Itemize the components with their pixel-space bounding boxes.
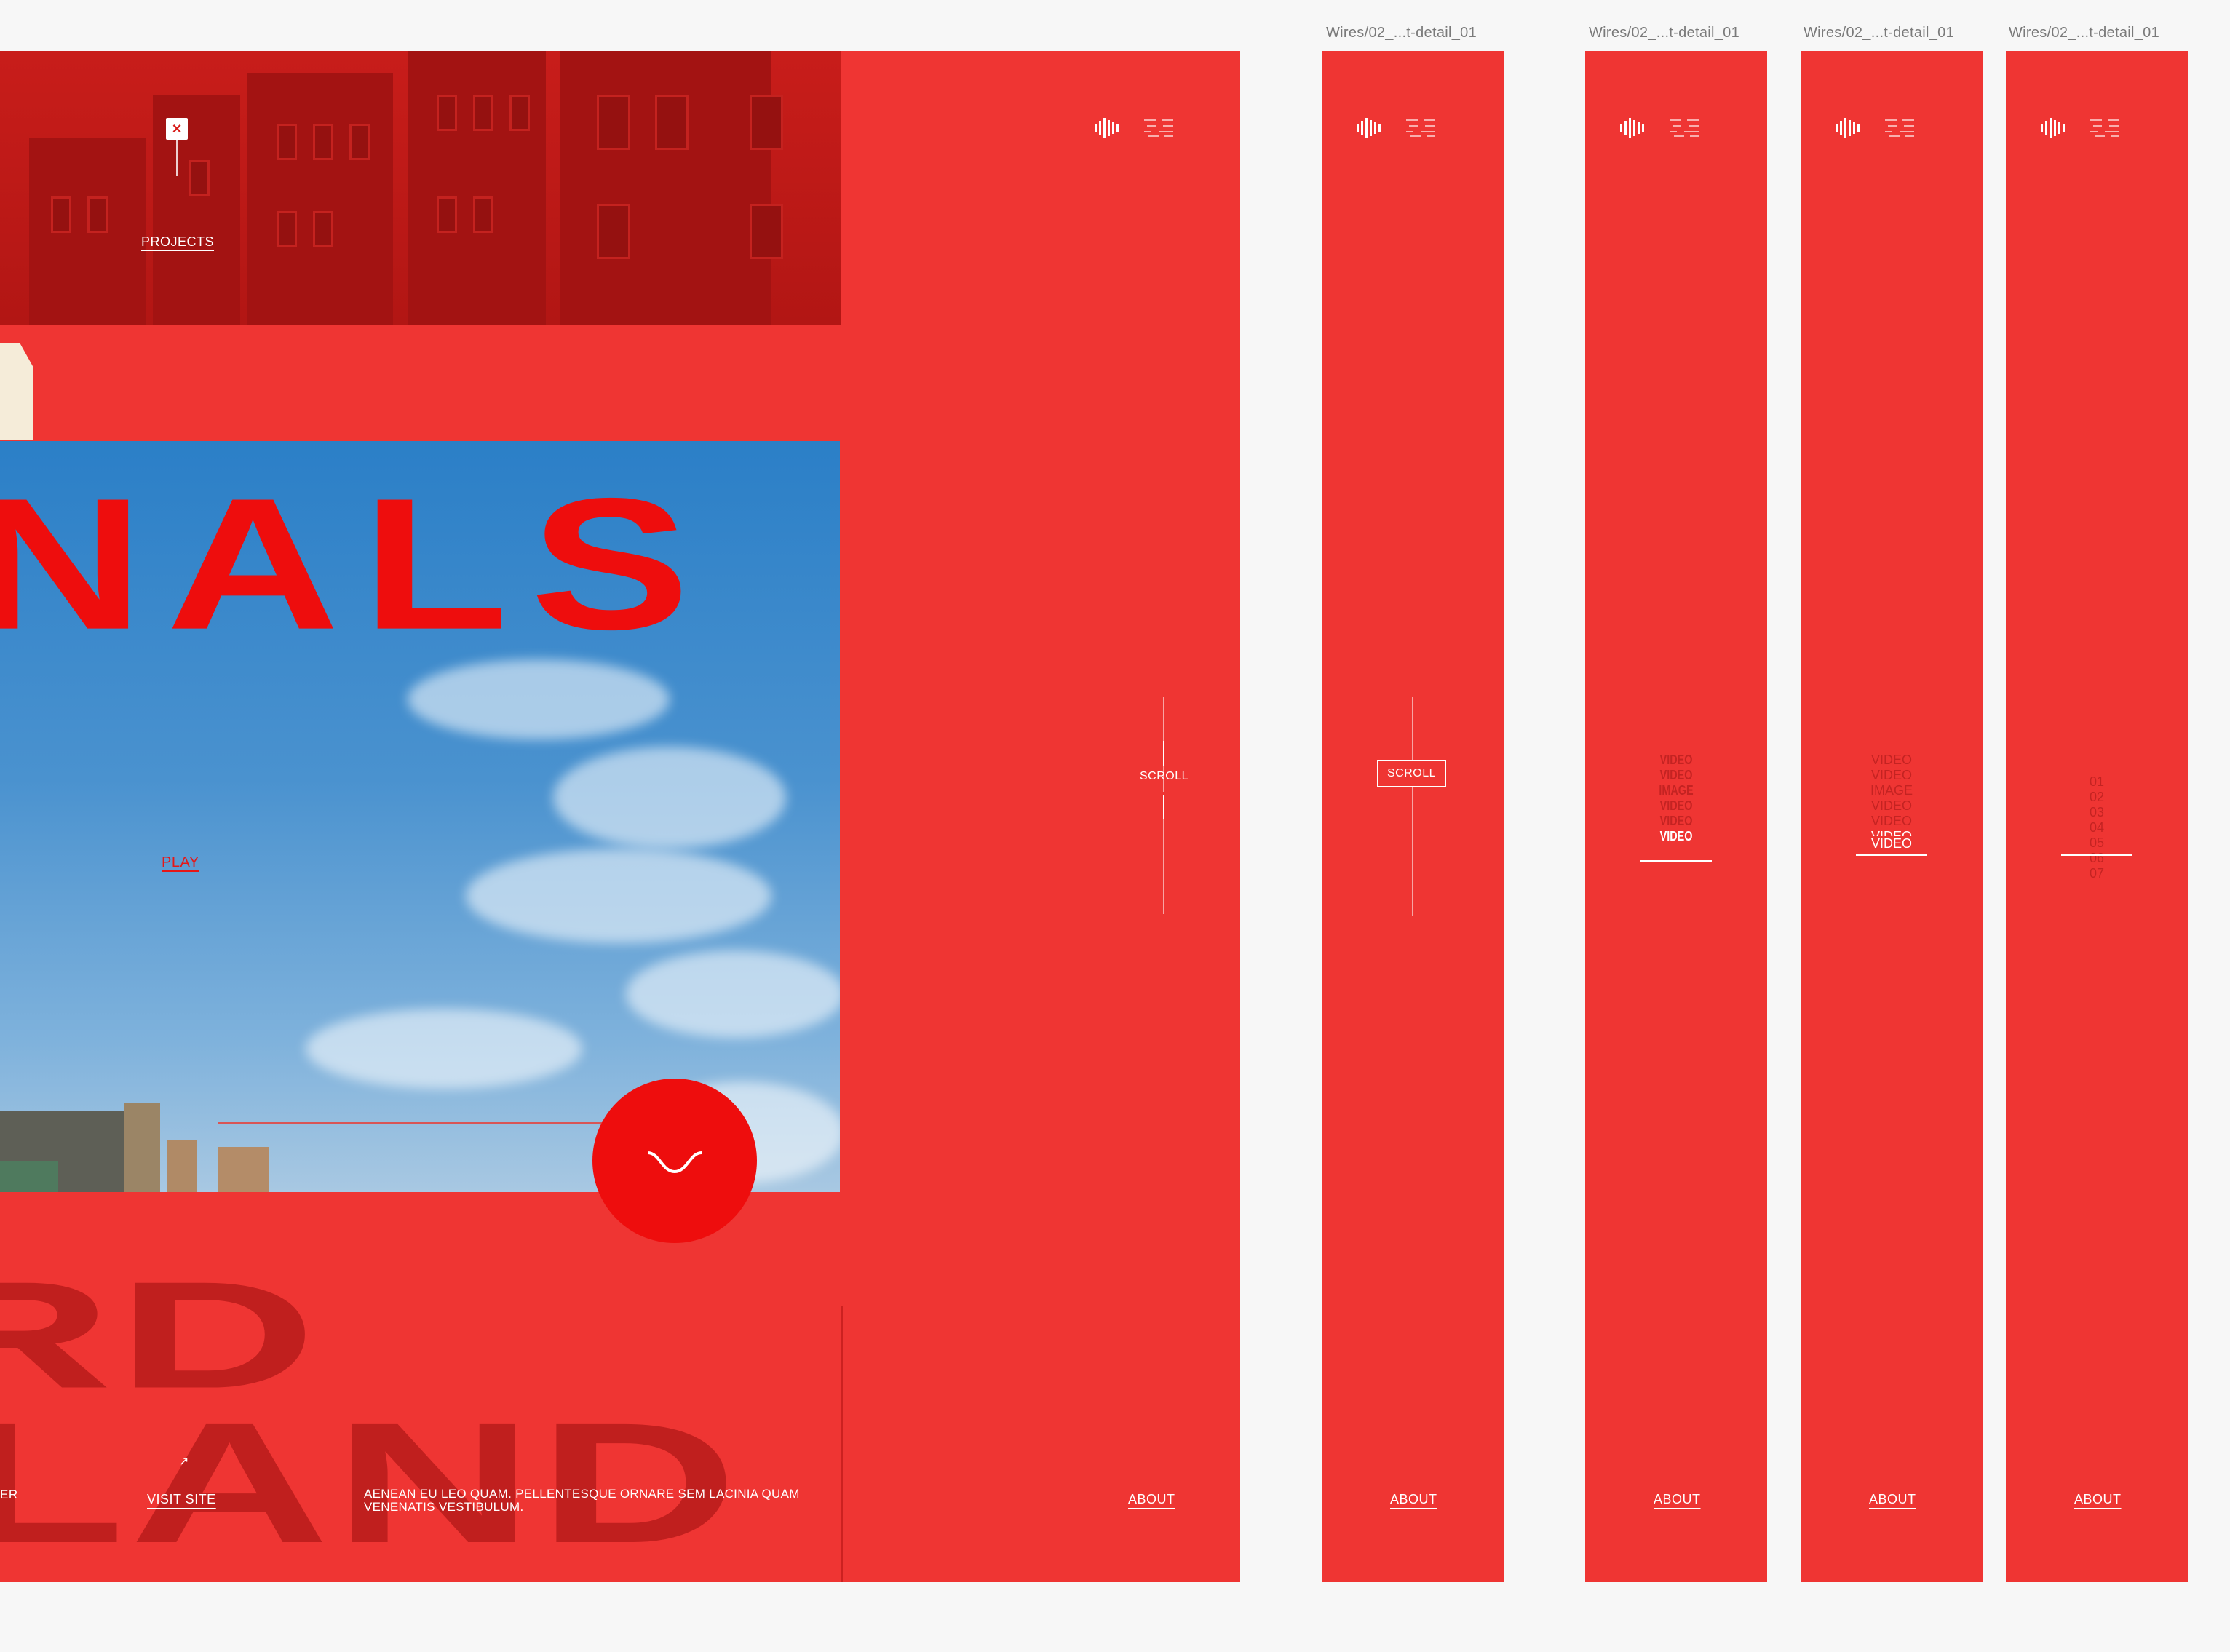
stack-item[interactable]: IMAGE: [1859, 783, 1924, 798]
dotted-grid-icon[interactable]: [1144, 118, 1176, 138]
external-arrow-icon[interactable]: ↗: [179, 1454, 189, 1469]
play-link[interactable]: PLAY: [162, 854, 199, 871]
stack-item-active[interactable]: VIDEO: [1859, 829, 1924, 836]
stack-item[interactable]: VIDEO: [1656, 814, 1697, 829]
media-type-stack: VIDEO VIDEO IMAGE VIDEO VIDEO VIDEO: [1656, 752, 1697, 844]
sound-bars-icon[interactable]: [2041, 118, 2070, 138]
stack-item[interactable]: 01: [2075, 774, 2119, 790]
close-icon[interactable]: ×: [166, 118, 188, 140]
visit-site-link[interactable]: VISIT SITE: [147, 1492, 216, 1507]
stack-item[interactable]: 05: [2075, 835, 2119, 851]
frame-4-artboard: 01 02 03 04 05 06 07 ABOUT: [2006, 51, 2188, 1582]
stack-item[interactable]: VIDEO: [1656, 752, 1697, 768]
about-link[interactable]: ABOUT: [1128, 1492, 1175, 1507]
projects-link[interactable]: PROJECTS: [141, 234, 214, 250]
stack-item-active[interactable]: VIDEO: [1859, 836, 1924, 851]
scroll-tick-bottom: [1163, 795, 1164, 819]
about-link[interactable]: ABOUT: [1654, 1492, 1701, 1507]
stack-item[interactable]: 06: [2075, 851, 2119, 866]
sound-bars-icon[interactable]: [1095, 118, 1124, 138]
about-link[interactable]: ABOUT: [1390, 1492, 1437, 1507]
wave-icon: [647, 1151, 702, 1174]
sound-bars-icon[interactable]: [1836, 118, 1865, 138]
stack-item[interactable]: 03: [2075, 805, 2119, 820]
frame-1-artboard: SCROLL ABOUT: [1322, 51, 1504, 1582]
dotted-grid-icon[interactable]: [1885, 118, 1917, 138]
frame-2-label: Wires/02_...t-detail_01: [1589, 25, 1739, 41]
frame-3-artboard: VIDEO VIDEO IMAGE VIDEO VIDEO VIDEO VIDE…: [1801, 51, 1983, 1582]
hero-title-word: NALS: [0, 458, 713, 669]
project-description: AENEAN EU LEO QUAM. PELLENTESQUE ORNARE …: [364, 1487, 800, 1514]
hero-building-photo: × PROJECTS: [0, 51, 841, 325]
bottom-word-bottom: LAND: [0, 1386, 742, 1579]
stack-item[interactable]: IMAGE: [1656, 783, 1697, 798]
sky-rule-line: [218, 1122, 633, 1124]
frame-3-label: Wires/02_...t-detail_01: [1804, 25, 1954, 41]
close-connector-line: [176, 140, 178, 176]
index-number-stack: 01 02 03 04 05 06 07: [2075, 774, 2119, 881]
scroll-track: [1412, 697, 1413, 916]
scroll-box[interactable]: SCROLL: [1377, 760, 1447, 787]
sound-bars-icon[interactable]: [1620, 118, 1649, 138]
frame-1-label: Wires/02_...t-detail_01: [1326, 25, 1477, 41]
stack-item[interactable]: VIDEO: [1859, 768, 1924, 783]
stack-item[interactable]: VIDEO: [1859, 798, 1924, 814]
selection-bar: [1856, 854, 1927, 856]
about-link[interactable]: ABOUT: [2074, 1492, 2122, 1507]
scroll-track-bottom: [1163, 819, 1164, 914]
frame-4-icons: [2041, 118, 2122, 138]
dotted-grid-icon[interactable]: [2090, 118, 2122, 138]
selection-bar: [2061, 854, 2132, 856]
stack-item[interactable]: 04: [2075, 820, 2119, 835]
main-artboard: × PROJECTS NALS PLAY RD LAND ER ↗ VISIT …: [0, 51, 1240, 1582]
stack-item[interactable]: VIDEO: [1859, 752, 1924, 768]
frame-2-icons: [1620, 118, 1702, 138]
dotted-grid-icon[interactable]: [1670, 118, 1702, 138]
media-type-stack: VIDEO VIDEO IMAGE VIDEO VIDEO VIDEO VIDE…: [1859, 752, 1924, 851]
dotted-grid-icon[interactable]: [1406, 118, 1438, 138]
frame-3-icons: [1836, 118, 1917, 138]
scroll-down-button[interactable]: [592, 1079, 757, 1243]
about-link[interactable]: ABOUT: [1869, 1492, 1916, 1507]
selection-bar: [1640, 860, 1712, 862]
stack-item-active[interactable]: VIDEO: [1656, 829, 1697, 844]
scroll-label[interactable]: SCROLL: [1140, 770, 1189, 783]
frame-1-icons: [1357, 118, 1438, 138]
frame-4-label: Wires/02_...t-detail_01: [2009, 25, 2159, 41]
left-edge-text: ER: [0, 1488, 18, 1501]
bottom-divider: [841, 1306, 843, 1582]
stack-item[interactable]: VIDEO: [1656, 798, 1697, 814]
stack-item[interactable]: 02: [2075, 790, 2119, 805]
frame-2-artboard: VIDEO VIDEO IMAGE VIDEO VIDEO VIDEO ABOU…: [1585, 51, 1767, 1582]
stack-item[interactable]: VIDEO: [1656, 768, 1697, 783]
header-icons: [1095, 118, 1176, 138]
cream-shape: [0, 343, 33, 440]
scroll-tick-top: [1163, 741, 1164, 766]
stack-item[interactable]: 07: [2075, 866, 2119, 881]
sky-painting: NALS PLAY: [0, 441, 840, 1192]
sound-bars-icon[interactable]: [1357, 118, 1386, 138]
stack-item[interactable]: VIDEO: [1859, 814, 1924, 829]
